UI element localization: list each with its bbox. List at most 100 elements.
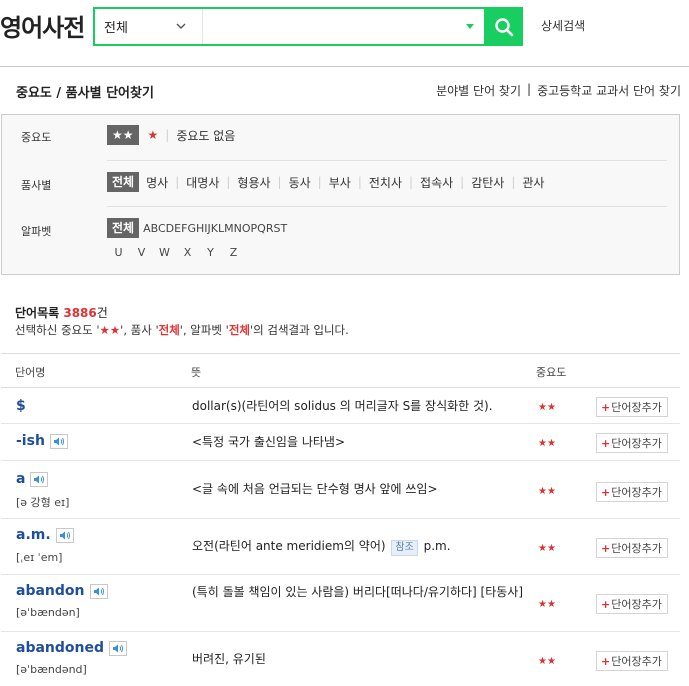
alphabet-row-1: ABCDEFGHIJKLMNOPQRST [143,222,287,235]
add-to-wordbook-label: 단어장추가 [611,598,662,611]
pos-option-conjunction[interactable]: 접속사 [420,174,453,191]
word-link[interactable]: abandoned [16,640,104,656]
alphabet-letter-z[interactable]: Z [222,246,245,259]
alphabet-letter-g[interactable]: G [187,222,196,235]
alphabet-letter-y[interactable]: Y [199,246,222,259]
col-meaning-header: 뜻 [191,366,202,379]
importance-two-star-chip[interactable]: ★★ [107,125,139,145]
importance-stars: ★★ [538,599,556,610]
pos-option-pronoun[interactable]: 대명사 [186,174,219,191]
word-link[interactable]: abandon [16,583,85,599]
meaning-text: <글 속에 처음 언급되는 단수형 명사 앞에 쓰임> [192,480,532,499]
table-row: abandon [əˈbændən] (특히 돌볼 책임이 있는 사람을) 버리다[… [1,575,680,632]
meaning-value: <특정 국가 출신임을 나타냄> [192,435,345,449]
pos-label: 품사별 [21,179,52,192]
pos-option-adverb[interactable]: 부사 [329,174,351,191]
pos-option-verb[interactable]: 동사 [289,174,311,191]
pos-all-chip[interactable]: 전체 [107,172,140,192]
filter-divider [107,160,667,161]
field-words-link[interactable]: 분야별 단어 찾기 [436,82,521,99]
word-entry: a.m. [16,527,74,543]
speaker-icon[interactable] [49,433,68,449]
pos-option-noun[interactable]: 명사 [146,174,168,191]
reference-badge[interactable]: 참조 [391,540,418,556]
result-count-unit: 건 [96,306,108,320]
add-to-wordbook-button[interactable]: + 단어장추가 [596,594,668,614]
link-separator: | [527,82,532,96]
word-link[interactable]: a [16,471,25,487]
speaker-icon[interactable] [55,527,74,543]
alphabet-letter-c[interactable]: C [158,222,166,235]
add-to-wordbook-button[interactable]: + 단어장추가 [596,482,668,502]
importance-stars: ★★ [538,486,556,497]
alphabet-letter-w[interactable]: W [153,246,176,259]
speaker-icon[interactable] [109,640,128,656]
search-button[interactable] [484,7,523,46]
alphabet-letter-k[interactable]: K [211,222,218,235]
add-to-wordbook-button[interactable]: + 단어장추가 [596,433,668,453]
alphabet-letter-d[interactable]: D [166,222,174,235]
filter-panel: 중요도 ★★ ★ | 중요도 없음 품사별 전체 명사 | 대명사 | 형용사 … [1,114,680,275]
chevron-down-icon [176,23,186,29]
importance-options: ★★ ★ | 중요도 없음 [107,125,235,145]
col-importance-header: 중요도 [536,366,567,379]
alphabet-letter-m[interactable]: M [224,222,234,235]
alphabet-letter-o[interactable]: O [242,222,251,235]
table-row: a.m. [ˌeɪ ˈem] 오전(라틴어 ante meridiem의 약어) 참… [1,519,680,575]
header-divider [0,66,689,67]
alphabet-letter-q[interactable]: Q [257,222,266,235]
meaning-text: dollar(s)(라틴어의 solidus 의 머리글자 S를 장식화한 것)… [192,397,532,416]
search-input[interactable] [203,9,466,44]
add-to-wordbook-button[interactable]: + 단어장추가 [596,397,668,417]
alphabet-letter-a[interactable]: A [143,222,151,235]
word-entry: abandoned [16,640,128,656]
option-separator: | [165,128,170,142]
importance-none-option[interactable]: 중요도 없음 [176,127,235,144]
word-link[interactable]: -ish [16,433,45,449]
importance-stars: ★★ [538,402,556,413]
pos-options: 전체 명사 | 대명사 | 형용사 | 동사 | 부사 | 전치사 | 접속사 … [107,172,544,192]
add-to-wordbook-button[interactable]: + 단어장추가 [596,538,668,558]
alphabet-all-chip[interactable]: 전체 [107,218,140,238]
school-words-link[interactable]: 중고등학교 교과서 단어 찾기 [537,82,681,99]
alphabet-label: 알파벳 [21,225,52,238]
pos-option-preposition[interactable]: 전치사 [369,174,402,191]
add-to-wordbook-label: 단어장추가 [611,437,662,450]
plus-icon: + [601,485,611,499]
alphabet-letter-n[interactable]: N [234,222,242,235]
alphabet-letter-x[interactable]: X [176,246,199,259]
autocomplete-toggle-icon[interactable] [466,24,474,29]
meaning-value: (특히 돌볼 책임이 있는 사람을) 버리다[떠나다/유기하다] [타동사] [192,585,524,599]
search-scope-select[interactable]: 전체 [95,9,203,44]
pos-option-article[interactable]: 관사 [522,174,544,191]
advanced-search-link[interactable]: 상세검색 [541,17,585,34]
meaning-text: 오전(라틴어 ante meridiem의 약어) 참조 p.m. [192,537,532,556]
alphabet-letter-h[interactable]: H [196,222,204,235]
dictionary-logo[interactable]: 영어사전 [0,8,85,43]
add-to-wordbook-button[interactable]: + 단어장추가 [596,651,668,671]
pos-option-interjection[interactable]: 감탄사 [471,174,504,191]
filter-divider [107,206,667,207]
meaning-value: 버려진, 유기된 [192,652,266,666]
meaning-text: (특히 돌볼 책임이 있는 사람을) 버리다[떠나다/유기하다] [타동사] [192,583,532,602]
add-to-wordbook-label: 단어장추가 [611,486,662,499]
word-entry: a [16,471,49,487]
alphabet-row-2: UVWXYZ [107,246,607,259]
speaker-icon[interactable] [89,583,108,599]
alphabet-letter-u[interactable]: U [107,246,130,259]
speaker-icon[interactable] [30,471,49,487]
pos-option-adjective[interactable]: 형용사 [237,174,270,191]
word-link[interactable]: a.m. [16,527,51,543]
search-box: 전체 [93,7,523,46]
alphabet-letter-v[interactable]: V [130,246,153,259]
alphabet-letter-b[interactable]: B [151,222,158,235]
add-to-wordbook-label: 단어장추가 [611,655,662,668]
alphabet-options: 전체 ABCDEFGHIJKLMNOPQRST [107,218,287,238]
table-header: 단어명 뜻 중요도 [1,353,680,388]
result-desc-text: 선택하신 중요도 ' [15,323,100,337]
word-entry: abandon [16,583,108,599]
word-link[interactable]: $ [16,398,26,414]
result-title-label: 단어목록 [15,306,60,320]
alphabet-letter-t[interactable]: T [280,222,287,235]
importance-one-star-option[interactable]: ★ [148,128,159,142]
